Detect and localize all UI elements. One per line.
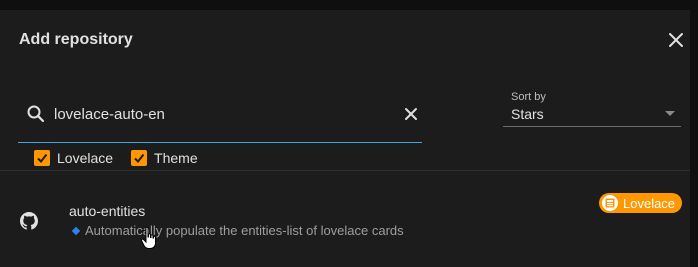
sort-label: Sort by (511, 91, 546, 103)
dropdown-arrow-icon (665, 111, 675, 116)
search-input[interactable] (54, 103, 384, 125)
lovelace-icon (602, 195, 618, 211)
filter-theme[interactable]: Theme (131, 150, 198, 166)
checkmark-icon (37, 153, 48, 164)
hand-cursor-icon (140, 226, 156, 249)
repository-list-item[interactable]: auto-entities Automatically populate the… (0, 191, 690, 251)
search-field (18, 88, 422, 143)
divider (0, 170, 690, 171)
category-filters: Lovelace Theme (34, 148, 216, 168)
search-icon (27, 105, 45, 123)
diamond-icon (71, 226, 81, 235)
checkmark-icon (134, 153, 145, 164)
sort-value: Stars (511, 106, 544, 122)
dialog-title: Add repository (19, 31, 133, 48)
theme-checkbox[interactable] (131, 150, 148, 166)
repository-name[interactable]: auto-entities (69, 203, 145, 219)
close-button[interactable] (666, 30, 686, 50)
clear-search-button[interactable] (402, 105, 420, 123)
close-icon (669, 33, 683, 47)
filter-label: Theme (154, 150, 198, 166)
repository-description: Automatically populate the entities-list… (71, 223, 404, 238)
category-badge: Lovelace (599, 193, 683, 213)
sort-select[interactable]: Sort by Stars (503, 88, 681, 127)
github-icon (20, 212, 38, 230)
description-text: Automatically populate the entities-list… (85, 223, 404, 238)
close-icon (405, 108, 417, 120)
add-repository-dialog: Add repository Sort by Stars (0, 10, 690, 267)
lovelace-checkbox[interactable] (34, 150, 50, 166)
badge-label: Lovelace (623, 195, 676, 211)
filter-label: Lovelace (57, 150, 114, 166)
dashboard-icon (605, 198, 615, 208)
filter-lovelace[interactable]: Lovelace (34, 150, 113, 166)
